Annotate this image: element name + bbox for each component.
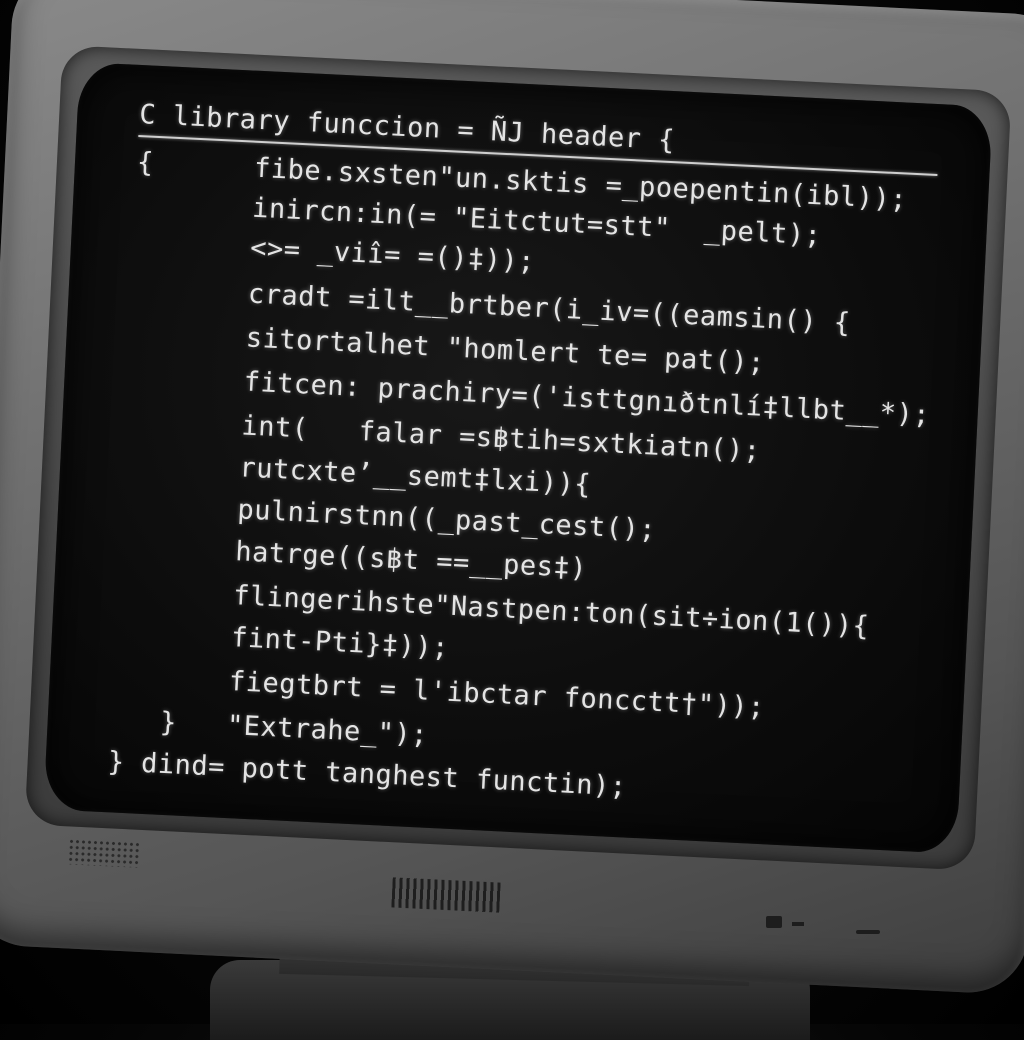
- power-led-icon: [792, 922, 804, 926]
- ventilation-slots: [391, 877, 501, 913]
- control-slot: [856, 930, 880, 934]
- code-line: } dind= pott tanghest functin);: [106, 746, 628, 803]
- code-line: } "Extrahe_");: [109, 704, 429, 751]
- code-line: fint-Pti}‡));: [113, 616, 450, 664]
- screen-frame: C library funccion = ÑЈ header { { fibe.…: [24, 45, 1012, 871]
- crt-monitor-scene: C library funccion = ÑЈ header { { fibe.…: [0, 0, 1024, 1040]
- code-listing: C library funccion = ÑЈ header { { fibe.…: [43, 62, 992, 854]
- speaker-grille: [67, 838, 141, 868]
- monitor-bezel: C library funccion = ÑЈ header { { fibe.…: [0, 0, 1024, 996]
- crt-screen: C library funccion = ÑЈ header { { fibe.…: [43, 62, 993, 854]
- power-button[interactable]: [766, 916, 782, 928]
